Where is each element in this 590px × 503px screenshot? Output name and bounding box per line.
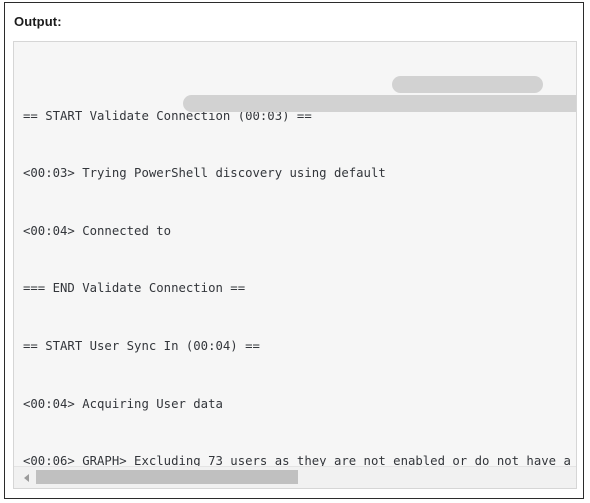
log-viewport[interactable]: == START Validate Connection (00:03) == … [14, 42, 576, 466]
triangle-left-icon[interactable] [20, 471, 33, 484]
log-line: === END Validate Connection == [23, 281, 246, 296]
page-title: Output: [14, 14, 62, 29]
log-line: <00:03> Trying PowerShell discovery usin… [23, 166, 386, 181]
log-line: == START User Sync In (00:04) == [23, 338, 260, 353]
scrollbar-track[interactable] [298, 467, 576, 488]
redaction-overlay [392, 76, 543, 93]
scrollbar-thumb[interactable] [36, 470, 298, 484]
log-line: <00:04> Connected to [23, 223, 172, 238]
log-line-list: == START Validate Connection (00:03) == … [23, 49, 576, 466]
redaction-overlay [183, 95, 576, 112]
log-line: <00:04> Acquiring User data [23, 396, 223, 411]
horizontal-scrollbar[interactable] [14, 466, 576, 488]
log-line: <00:06> GRAPH> Excluding 73 users as the… [23, 454, 576, 466]
output-window: Output: == START Validate Connection (00… [4, 2, 584, 499]
log-output-panel[interactable]: == START Validate Connection (00:03) == … [13, 41, 577, 489]
